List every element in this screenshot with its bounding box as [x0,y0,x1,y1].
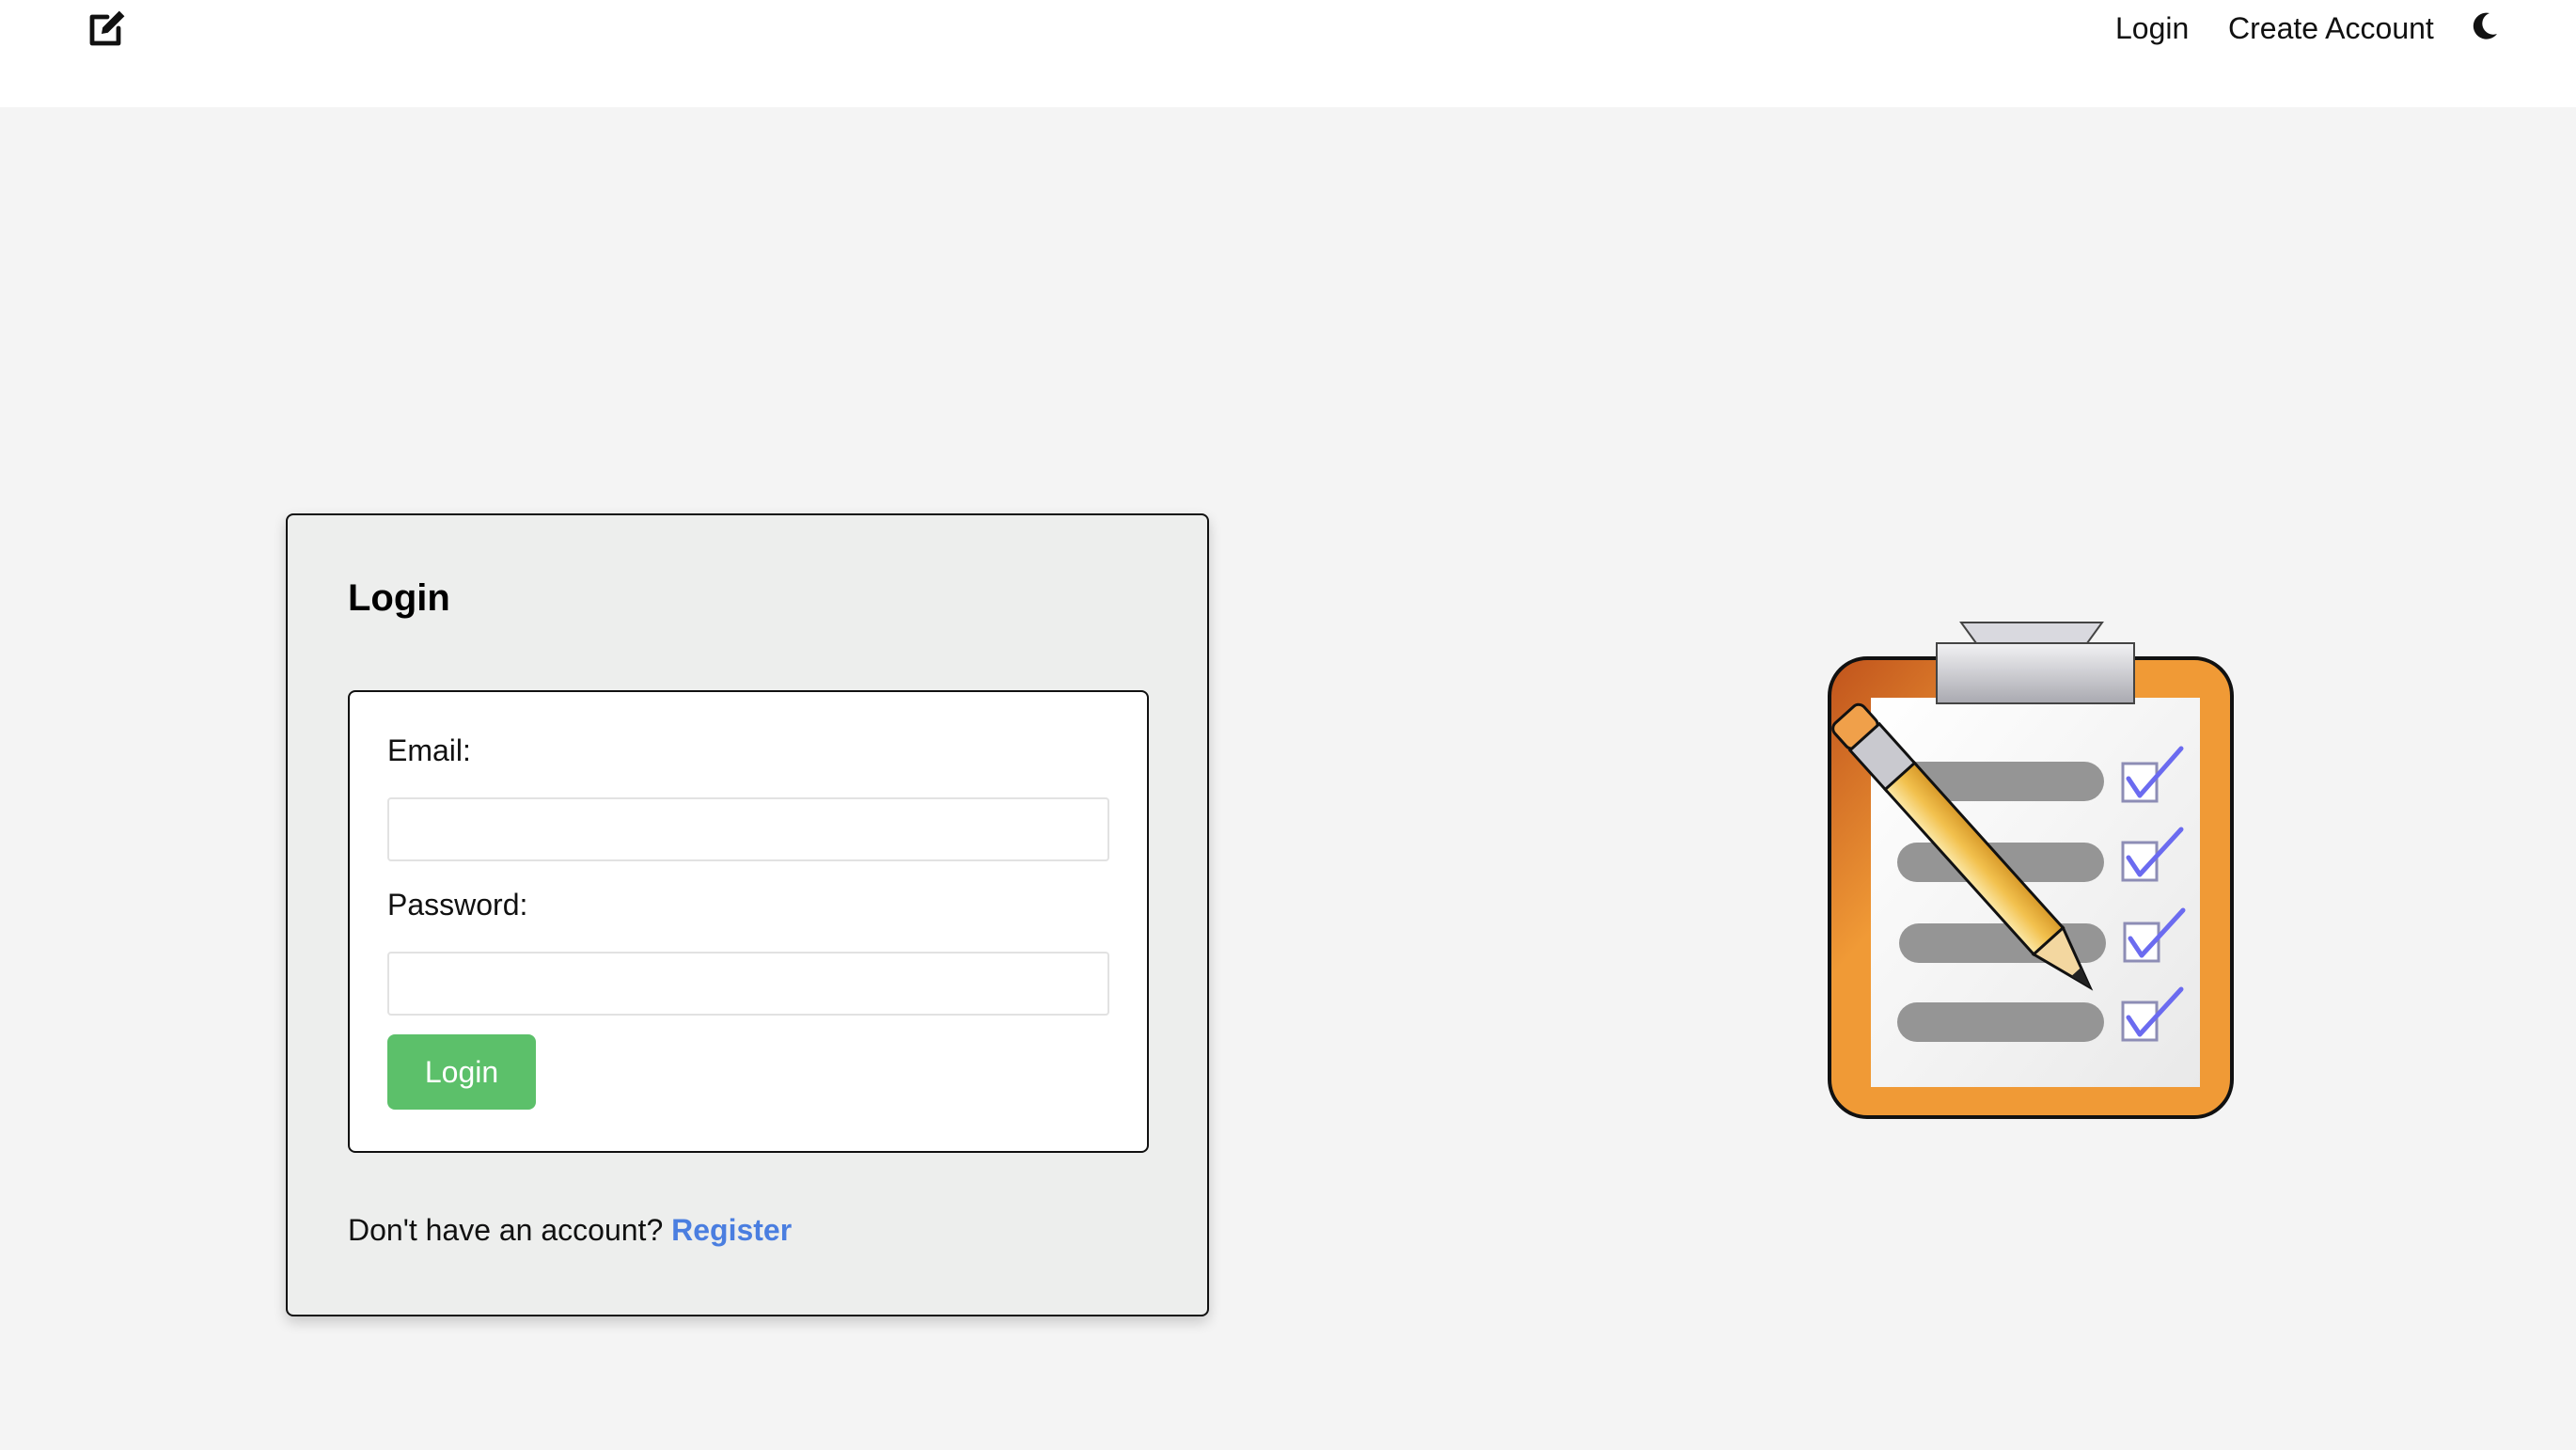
password-field[interactable] [387,952,1109,1016]
login-card: Login Email: Password: Login Don't have … [286,513,1209,1316]
password-label: Password: [387,888,528,922]
nav-login-link[interactable]: Login [2115,8,2189,49]
email-label: Email: [387,733,471,767]
page-title: Login [348,577,450,619]
edit-icon[interactable] [85,6,130,51]
moon-icon[interactable] [2471,11,2499,41]
email-field[interactable] [387,797,1109,861]
register-prompt-text: Don't have an account? [348,1213,664,1247]
register-prompt: Don't have an account? Register [348,1213,792,1248]
login-form: Email: Password: Login [348,690,1149,1153]
nav-create-account-link[interactable]: Create Account [2228,8,2434,49]
top-navbar: Login Create Account [0,0,2576,107]
login-button[interactable]: Login [387,1034,536,1110]
clipboard-checklist-pencil-icon [1767,617,2256,1125]
register-link[interactable]: Register [671,1213,792,1247]
